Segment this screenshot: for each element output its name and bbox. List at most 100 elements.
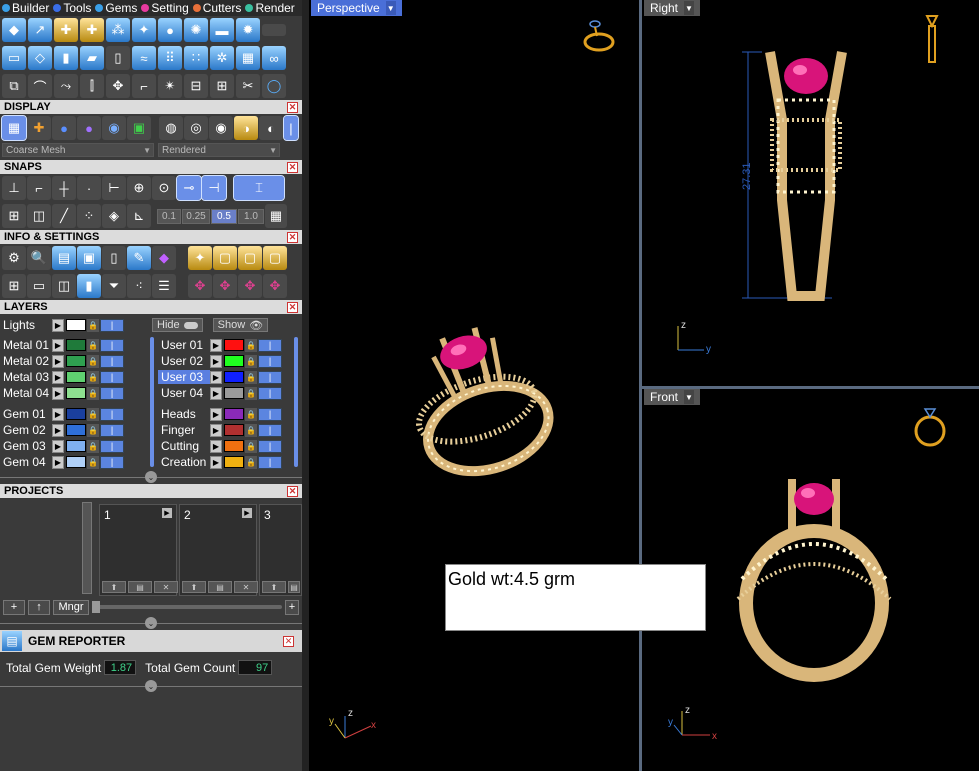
frame-3-icon[interactable]: ▢ bbox=[263, 246, 287, 270]
plane-tool-icon[interactable]: ◆ bbox=[2, 18, 26, 42]
snap-line-icon[interactable]: ⊸ bbox=[176, 175, 202, 201]
lock-icon[interactable]: 🔒 bbox=[245, 407, 257, 421]
layer-color-swatch[interactable] bbox=[66, 440, 86, 452]
menu-render[interactable]: Render bbox=[245, 1, 295, 15]
menu-builder[interactable]: Builder bbox=[2, 1, 49, 15]
sphere-grid-icon[interactable]: ◍ bbox=[159, 116, 183, 140]
ring-tool-icon[interactable]: ◯ bbox=[262, 74, 286, 98]
layer-row[interactable]: Finger ▶ 🔒 | bbox=[158, 422, 294, 438]
play-icon[interactable]: ▶ bbox=[52, 455, 64, 469]
play-icon[interactable]: ▶ bbox=[242, 508, 252, 518]
layer-name[interactable]: Metal 04 bbox=[0, 386, 52, 400]
layer-color-swatch[interactable] bbox=[224, 408, 244, 420]
layer-color-swatch[interactable] bbox=[224, 371, 244, 383]
globe-view-icon[interactable]: ◉ bbox=[102, 116, 126, 140]
layer-row[interactable]: User 02 ▶ 🔒 | bbox=[158, 353, 294, 369]
upload-icon[interactable]: ⬆ bbox=[182, 581, 206, 593]
visibility-toggle[interactable]: | bbox=[100, 370, 124, 384]
cube-info-icon[interactable]: ▣ bbox=[77, 246, 101, 270]
wave-tool-icon[interactable]: ≈ bbox=[132, 46, 156, 70]
snap-pen-icon[interactable]: ╱ bbox=[52, 204, 76, 228]
projects-splitter[interactable]: ⌄ bbox=[0, 616, 302, 630]
frame-1-icon[interactable]: ▢ bbox=[213, 246, 237, 270]
collapse-icon[interactable]: ⌄ bbox=[145, 680, 157, 692]
menu-cutters[interactable]: Cutters bbox=[192, 1, 241, 15]
play-icon[interactable]: ▶ bbox=[210, 370, 222, 384]
layer-name[interactable]: Gem 02 bbox=[0, 423, 52, 437]
lock-icon[interactable]: 🔒 bbox=[245, 386, 257, 400]
lock-icon[interactable]: 🔒 bbox=[245, 370, 257, 384]
corner-tool-icon[interactable]: ⌐ bbox=[132, 74, 156, 98]
shaded-view-icon[interactable]: ● bbox=[52, 116, 76, 140]
layer-view-icon[interactable]: ▣ bbox=[127, 116, 151, 140]
panel-splitter[interactable] bbox=[302, 0, 309, 771]
lock-icon[interactable]: 🔒 bbox=[245, 439, 257, 453]
lock-icon[interactable]: 🔒 bbox=[87, 338, 99, 352]
layer-name[interactable]: Gem 01 bbox=[0, 407, 52, 421]
visibility-toggle[interactable]: | bbox=[258, 423, 282, 437]
layer-color-swatch[interactable] bbox=[66, 424, 86, 436]
add-icon[interactable]: + bbox=[285, 599, 299, 615]
bar-tool-icon[interactable]: ▮ bbox=[54, 46, 78, 70]
layer-row[interactable]: Heads ▶ 🔒 | bbox=[158, 406, 294, 422]
sphere-soft-icon[interactable]: ◎ bbox=[184, 116, 208, 140]
visibility-toggle[interactable]: | bbox=[258, 338, 282, 352]
monitor-icon[interactable]: ▭ bbox=[27, 274, 51, 298]
close-icon[interactable]: ✕ bbox=[287, 231, 298, 243]
play-icon[interactable]: ▶ bbox=[52, 423, 64, 437]
ring-rotate-icon[interactable]: ✥ bbox=[213, 274, 237, 298]
visibility-toggle[interactable]: | bbox=[100, 386, 124, 400]
collapse-icon[interactable]: ⌄ bbox=[145, 471, 157, 483]
play-icon[interactable]: ▶ bbox=[52, 318, 64, 332]
projects-scrollbar[interactable] bbox=[82, 502, 92, 594]
close-icon[interactable]: ✕ bbox=[287, 101, 298, 113]
layer-row[interactable]: Cutting ▶ 🔒 | bbox=[158, 438, 294, 454]
lock-icon[interactable]: 🔒 bbox=[245, 423, 257, 437]
snap-mid-icon[interactable]: ⊣ bbox=[201, 175, 227, 201]
mirror-tool-icon[interactable]: ✦ bbox=[132, 18, 156, 42]
layer-row[interactable]: Gem 01 ▶ 🔒 | bbox=[0, 406, 146, 422]
play-icon[interactable]: ▶ bbox=[52, 407, 64, 421]
layers-scrollbar-left[interactable] bbox=[150, 337, 154, 467]
mini-toggle-top[interactable] bbox=[262, 24, 286, 36]
play-icon[interactable]: ▶ bbox=[210, 439, 222, 453]
boolean-tool-icon[interactable]: ⧉ bbox=[2, 74, 26, 98]
grid-tool-icon[interactable]: ▦ bbox=[236, 46, 260, 70]
reporter-splitter[interactable]: ⌄ bbox=[0, 679, 302, 693]
manager-button[interactable]: Mngr bbox=[53, 599, 89, 615]
layer-row[interactable]: Metal 03 ▶ 🔒 | bbox=[0, 369, 146, 385]
document-icon[interactable]: ▯ bbox=[102, 246, 126, 270]
visibility-toggle[interactable]: | bbox=[100, 423, 124, 437]
close-icon[interactable]: ✕ bbox=[287, 485, 298, 497]
save-icon[interactable]: ▤ bbox=[208, 581, 232, 593]
snap-grid-icon[interactable]: ⊥ bbox=[2, 176, 26, 200]
layer-name[interactable]: User 02 bbox=[158, 354, 210, 368]
layers-info-icon[interactable]: ▤ bbox=[52, 246, 76, 270]
layer-name[interactable]: Gem 04 bbox=[0, 455, 52, 469]
visibility-toggle[interactable]: | bbox=[100, 318, 124, 332]
lock-icon[interactable]: 🔒 bbox=[245, 338, 257, 352]
ring-beads-icon[interactable]: ∞ bbox=[262, 46, 286, 70]
add-gem-icon[interactable]: ✚ bbox=[54, 18, 78, 42]
slab-tool-icon[interactable]: ▰ bbox=[80, 46, 104, 70]
layer-name[interactable]: User 03 bbox=[158, 370, 210, 384]
hide-button[interactable]: Hide bbox=[152, 318, 203, 332]
sphere-tool-icon[interactable]: ● bbox=[158, 18, 182, 42]
visibility-toggle[interactable]: | bbox=[258, 386, 282, 400]
material-cube-icon[interactable]: ◆ bbox=[152, 246, 176, 270]
snap-step-1[interactable]: 0.25 bbox=[182, 208, 210, 224]
page-tool-icon[interactable]: ▯ bbox=[106, 46, 130, 70]
play-icon[interactable]: ▶ bbox=[52, 386, 64, 400]
spike-tool-icon[interactable]: ✴ bbox=[158, 74, 182, 98]
layer-color-swatch[interactable] bbox=[224, 339, 244, 351]
slider-handle[interactable] bbox=[92, 601, 100, 613]
arc-tool-icon[interactable]: ⌒ bbox=[28, 74, 52, 98]
lock-icon[interactable]: 🔒 bbox=[87, 370, 99, 384]
snap-diamond-icon[interactable]: ◈ bbox=[102, 204, 126, 228]
snap-step-2[interactable]: 0.5 bbox=[211, 208, 237, 224]
wireframe-view-icon[interactable]: ▦ bbox=[1, 115, 27, 141]
save-icon[interactable]: ▤ bbox=[128, 581, 152, 593]
layer-name[interactable]: Metal 01 bbox=[0, 338, 52, 352]
render-mode-select[interactable]: Rendered ▼ bbox=[158, 143, 280, 157]
play-icon[interactable]: ▶ bbox=[210, 354, 222, 368]
